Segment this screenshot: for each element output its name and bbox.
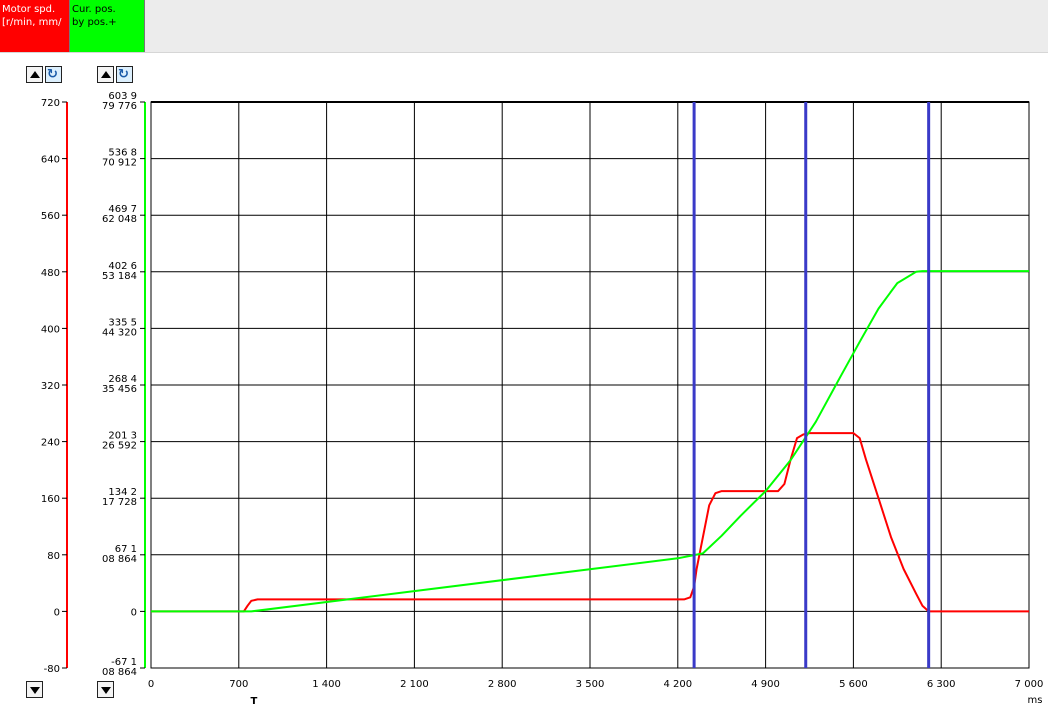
trace-chart[interactable]: -80080160240320400480560640720-67 108 86…: [0, 52, 1048, 709]
x-axis-tick-label: 5 600: [839, 679, 868, 690]
x-axis-tick-label: 700: [229, 679, 248, 690]
channel-current-position-name: Cur. pos.: [72, 4, 116, 15]
trigger-marker: T: [251, 696, 258, 707]
channel-current-position-source: by pos.+: [72, 17, 117, 28]
left-axis-tick-label: 720: [41, 98, 60, 109]
channel-motor-speed[interactable]: Motor spd. [r/min, mm/: [0, 0, 70, 52]
x-axis-tick-label: 2 100: [400, 679, 429, 690]
left-axis-tick-label: -80: [44, 664, 60, 675]
channel-motor-speed-name: Motor spd.: [2, 4, 56, 15]
position-axis-tick-label: 53 184: [102, 271, 137, 282]
position-axis-tick-label: 62 048: [102, 214, 137, 225]
grid: [150, 101, 1030, 669]
x-axis-tick-label: 1 400: [312, 679, 341, 690]
position-axis-tick-label: 08 864: [102, 667, 137, 678]
left-axis-tick-label: 80: [47, 551, 60, 562]
left-axis-tick-label: 320: [41, 381, 60, 392]
x-axis-tick-label: 7 000: [1015, 679, 1044, 690]
position-axis-tick-label: 70 912: [102, 158, 137, 169]
position-axis-tick-label: 08 864: [102, 554, 137, 565]
left-axis-tick-label: 480: [41, 268, 60, 279]
left-axis-tick-label: 560: [41, 211, 60, 222]
left-axis-tick-label: 640: [41, 155, 60, 166]
position-axis-tick-label: 35 456: [102, 384, 137, 395]
x-axis-tick-label: 4 200: [663, 679, 692, 690]
channel-bar: Motor spd. [r/min, mm/ Cur. pos. by pos.…: [0, 0, 1048, 53]
left-axis-tick-label: 400: [41, 324, 60, 335]
position-axis-tick-label: 79 776: [102, 101, 137, 112]
x-axis-unit: ms: [1028, 695, 1043, 706]
channel-motor-speed-unit: [r/min, mm/: [2, 17, 62, 28]
x-axis-tick-label: 4 900: [751, 679, 780, 690]
position-axis-tick-label: 0: [131, 607, 137, 618]
left-axis-tick-label: 0: [54, 607, 60, 618]
position-axis-tick-label: 44 320: [102, 327, 137, 338]
position-axis-tick-label: 26 592: [102, 441, 137, 452]
x-axis-tick-label: 6 300: [927, 679, 956, 690]
x-axis-tick-label: 0: [148, 679, 154, 690]
left-axis-tick-label: 240: [41, 438, 60, 449]
x-axis-tick-label: 2 800: [488, 679, 517, 690]
position-axis-tick-label: 17 728: [102, 497, 137, 508]
x-axis-tick-label: 3 500: [576, 679, 605, 690]
left-axis-tick-label: 160: [41, 494, 60, 505]
channel-current-position[interactable]: Cur. pos. by pos.+: [70, 0, 145, 52]
